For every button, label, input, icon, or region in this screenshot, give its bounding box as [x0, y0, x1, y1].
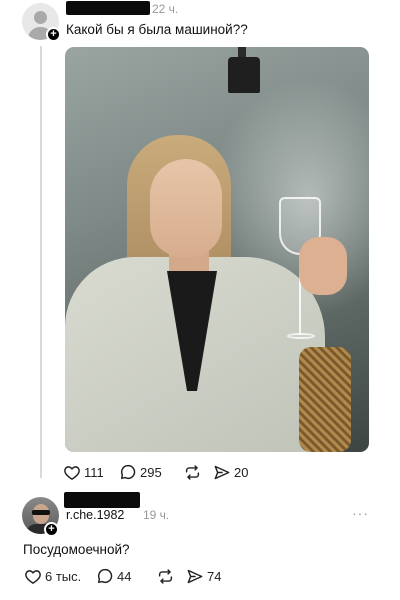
comment-bubble-icon — [97, 568, 113, 584]
redacted-username-block — [64, 492, 140, 508]
reply-caption: Посудомоечной? — [23, 542, 130, 557]
reply-actions: 6 тыс. 44 74 — [25, 568, 221, 584]
repost-icon — [185, 464, 200, 480]
post-caption: Какой бы я была машиной?? — [66, 22, 248, 37]
repost-icon — [158, 568, 173, 584]
follow-plus-icon[interactable]: + — [46, 27, 61, 42]
redacted-username — [66, 1, 150, 15]
photo-glass-base — [287, 333, 315, 339]
reply-username[interactable]: r.che.1982 — [66, 508, 124, 522]
photo-hand — [299, 237, 347, 295]
share-count: 20 — [234, 464, 249, 480]
share-button[interactable]: 20 — [214, 465, 248, 480]
like-count: 111 — [84, 464, 104, 480]
send-icon — [187, 569, 203, 583]
like-button[interactable]: 111 — [64, 465, 120, 480]
send-icon — [214, 465, 230, 479]
reply-time: 19 ч. — [143, 508, 170, 522]
like-button[interactable]: 6 тыс. — [25, 569, 97, 584]
post-actions: 111 295 20 — [64, 464, 248, 480]
photo-lamp — [228, 57, 260, 93]
repost-button[interactable] — [184, 464, 214, 480]
share-button[interactable]: 74 — [187, 569, 221, 584]
photo-chair — [299, 347, 351, 452]
thread-line — [40, 46, 42, 478]
follow-plus-icon[interactable]: + — [44, 522, 59, 537]
heart-icon — [64, 465, 80, 480]
photo-face — [150, 159, 222, 257]
comment-button[interactable]: 44 — [97, 568, 157, 584]
post-photo[interactable] — [65, 47, 369, 452]
like-count: 6 тыс. — [45, 568, 82, 584]
heart-icon — [25, 569, 41, 584]
comment-count: 295 — [140, 464, 162, 480]
share-count: 74 — [207, 568, 222, 584]
comment-bubble-icon — [120, 464, 136, 480]
default-avatar-head — [34, 11, 47, 24]
avatar-sunglasses — [32, 510, 50, 515]
comment-count: 44 — [117, 568, 132, 584]
post-time: 22 ч. — [152, 2, 179, 16]
repost-button[interactable] — [157, 568, 187, 584]
more-options-icon[interactable]: ··· — [352, 505, 369, 521]
comment-button[interactable]: 295 — [120, 464, 184, 480]
